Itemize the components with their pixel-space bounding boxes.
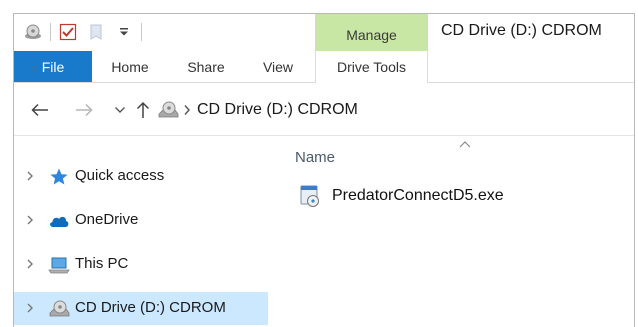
back-button[interactable] (28, 98, 52, 122)
column-header-name[interactable]: Name (295, 149, 335, 166)
toolbar-separator (141, 23, 142, 41)
nav-item-this-pc[interactable]: This PC (14, 248, 268, 281)
properties-checkmark-icon[interactable] (57, 21, 79, 43)
navigation-pane: Quick access OneDrive This PC CD Drive (… (14, 137, 268, 327)
chevron-right-icon[interactable] (183, 104, 191, 116)
up-button[interactable] (131, 98, 155, 122)
address-bar[interactable]: CD Drive (D:) CDROM (157, 95, 634, 125)
title-bar: Manage CD Drive (D:) CDROM (14, 14, 634, 51)
cd-drive-icon (157, 99, 179, 121)
file-item[interactable]: PredatorConnectD5.exe (292, 181, 622, 211)
cloud-icon (48, 210, 70, 232)
computer-icon (48, 254, 70, 276)
chevron-right-icon[interactable] (23, 257, 37, 271)
tab-share[interactable]: Share (174, 51, 238, 82)
quick-access-toolbar (22, 20, 142, 44)
forward-button[interactable] (72, 98, 96, 122)
star-icon (48, 166, 70, 188)
recent-locations-button[interactable] (108, 98, 132, 122)
nav-item-label: Quick access (75, 167, 165, 184)
cd-drive-icon (48, 298, 70, 320)
installer-exe-icon (300, 185, 319, 207)
tab-view[interactable]: View (250, 51, 306, 82)
breadcrumb-cd-drive[interactable]: CD Drive (D:) CDROM (197, 101, 358, 119)
tab-file[interactable]: File (14, 51, 92, 82)
nav-item-label: CD Drive (D:) CDROM (75, 299, 226, 316)
nav-item-quick-access[interactable]: Quick access (14, 160, 268, 193)
ribbon-tabs: File Home Share View Drive Tools (14, 51, 634, 83)
nav-item-cd-drive[interactable]: CD Drive (D:) CDROM (14, 292, 268, 325)
forward-arrow-icon (76, 103, 93, 117)
window-title: CD Drive (D:) CDROM (441, 22, 602, 39)
chevron-down-icon (115, 107, 125, 113)
nav-item-label: This PC (75, 255, 129, 272)
chevron-right-icon[interactable] (23, 169, 37, 183)
tab-home[interactable]: Home (98, 51, 162, 82)
customize-dropdown-icon[interactable] (113, 21, 135, 43)
nav-item-onedrive[interactable]: OneDrive (14, 204, 268, 237)
file-list: Name PredatorConnectD5.exe (268, 137, 634, 327)
toolbar-separator (50, 23, 51, 41)
tab-drive-tools[interactable]: Drive Tools (315, 51, 428, 83)
file-name: PredatorConnectD5.exe (332, 187, 504, 204)
explorer-window: Manage CD Drive (D:) CDROM File Home Sha… (13, 13, 635, 327)
cd-drive-icon[interactable] (22, 21, 44, 43)
back-arrow-icon (31, 103, 48, 117)
chevron-right-icon[interactable] (23, 301, 37, 315)
up-arrow-icon (136, 101, 150, 118)
sort-ascending-icon (459, 141, 471, 148)
chevron-right-icon[interactable] (23, 213, 37, 227)
nav-item-label: OneDrive (75, 211, 139, 228)
manage-contextual-tab[interactable]: Manage (315, 14, 428, 51)
new-folder-icon[interactable] (85, 21, 107, 43)
navigation-bar: CD Drive (D:) CDROM (14, 84, 634, 136)
